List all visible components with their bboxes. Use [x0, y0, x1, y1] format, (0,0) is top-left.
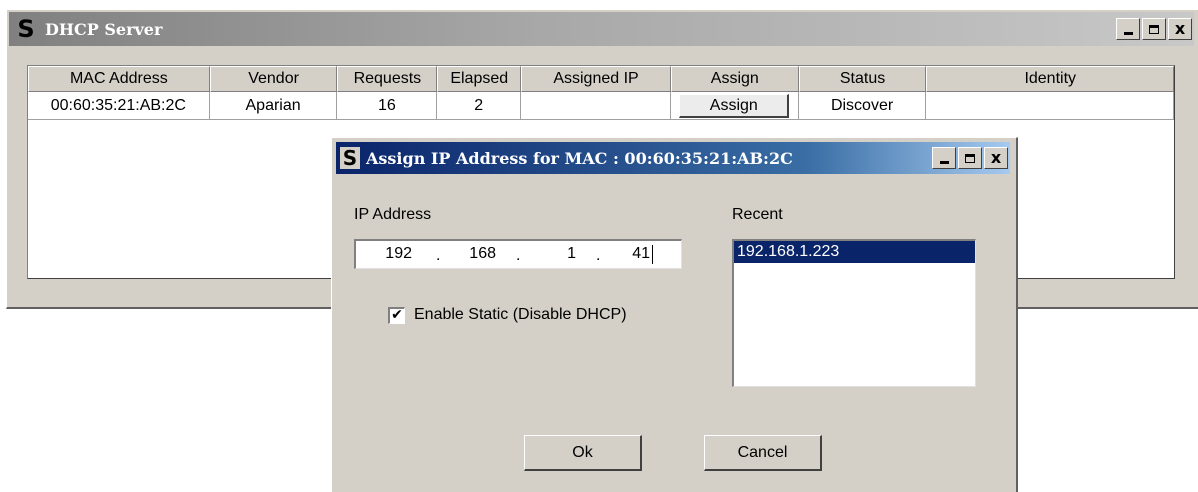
cancel-button[interactable]: Cancel	[704, 435, 822, 471]
enable-static-checkbox[interactable]: ✔	[388, 307, 405, 324]
recent-ip-list[interactable]: 192.168.1.223	[732, 239, 976, 387]
minimize-icon	[1123, 32, 1133, 35]
cell-mac-address: 00:60:35:21:AB:2C	[28, 92, 210, 120]
text-caret	[652, 245, 653, 264]
dialog-maximize-button[interactable]	[958, 147, 982, 169]
cell-assigned-ip	[521, 92, 671, 120]
maximize-icon	[965, 153, 975, 163]
maximize-button[interactable]	[1142, 18, 1166, 40]
column-header-identity[interactable]: Identity	[926, 66, 1175, 92]
ip-separator: .	[516, 247, 521, 264]
main-titlebar[interactable]: S DHCP Server x	[9, 12, 1194, 46]
ip-octet-4[interactable]: 41	[618, 245, 650, 263]
column-header-elapsed[interactable]: Elapsed	[437, 66, 522, 92]
dialog-app-icon: S	[340, 147, 360, 169]
ip-separator: .	[436, 247, 441, 264]
cell-status: Discover	[798, 92, 927, 120]
table-row[interactable]: 00:60:35:21:AB:2C Aparian 16 2 Assign Di…	[28, 92, 1175, 120]
main-window-title: DHCP Server	[45, 19, 163, 39]
close-icon: x	[1174, 19, 1186, 38]
dialog-minimize-button[interactable]	[932, 147, 956, 169]
assign-ip-dialog: S Assign IP Address for MAC : 00:60:35:2…	[331, 137, 1018, 492]
cell-elapsed: 2	[437, 92, 522, 120]
assign-button[interactable]: Assign	[679, 94, 790, 118]
minimize-icon	[939, 161, 949, 164]
app-icon: S	[17, 15, 35, 43]
minimize-button[interactable]	[1116, 18, 1140, 40]
dialog-titlebar[interactable]: S Assign IP Address for MAC : 00:60:35:2…	[336, 142, 1010, 174]
recent-label: Recent	[732, 206, 783, 223]
cell-identity	[926, 92, 1175, 120]
table-header: MAC Address Vendor Requests Elapsed Assi…	[28, 66, 1175, 92]
ip-octet-2[interactable]: 168	[454, 245, 496, 263]
column-header-vendor[interactable]: Vendor	[209, 66, 338, 92]
ip-separator: .	[596, 247, 601, 264]
column-header-requests[interactable]: Requests	[337, 66, 438, 92]
enable-static-label[interactable]: Enable Static (Disable DHCP)	[414, 306, 627, 324]
main-window-controls: x	[1116, 18, 1192, 40]
cell-assign: Assign	[670, 92, 799, 120]
dialog-close-button[interactable]: x	[984, 147, 1008, 169]
ip-address-label: IP Address	[354, 206, 432, 223]
maximize-icon	[1149, 24, 1159, 34]
ok-button[interactable]: Ok	[524, 435, 642, 471]
ip-octet-3[interactable]: 1	[546, 245, 576, 263]
cell-vendor: Aparian	[209, 92, 338, 120]
cell-requests: 16	[337, 92, 438, 120]
dialog-title: Assign IP Address for MAC : 00:60:35:21:…	[366, 148, 793, 168]
ip-address-input[interactable]: 192 . 168 . 1 . 41	[354, 239, 682, 269]
ip-octet-1[interactable]: 192	[370, 245, 412, 263]
checkmark-icon: ✔	[391, 307, 403, 323]
list-item[interactable]: 192.168.1.223	[734, 241, 975, 263]
close-icon: x	[990, 148, 1002, 167]
column-header-assigned-ip[interactable]: Assigned IP	[521, 66, 671, 92]
column-header-mac-address[interactable]: MAC Address	[28, 66, 210, 92]
column-header-assign[interactable]: Assign	[670, 66, 799, 92]
column-header-status[interactable]: Status	[798, 66, 927, 92]
dialog-window-controls: x	[932, 147, 1008, 169]
close-button[interactable]: x	[1168, 18, 1192, 40]
